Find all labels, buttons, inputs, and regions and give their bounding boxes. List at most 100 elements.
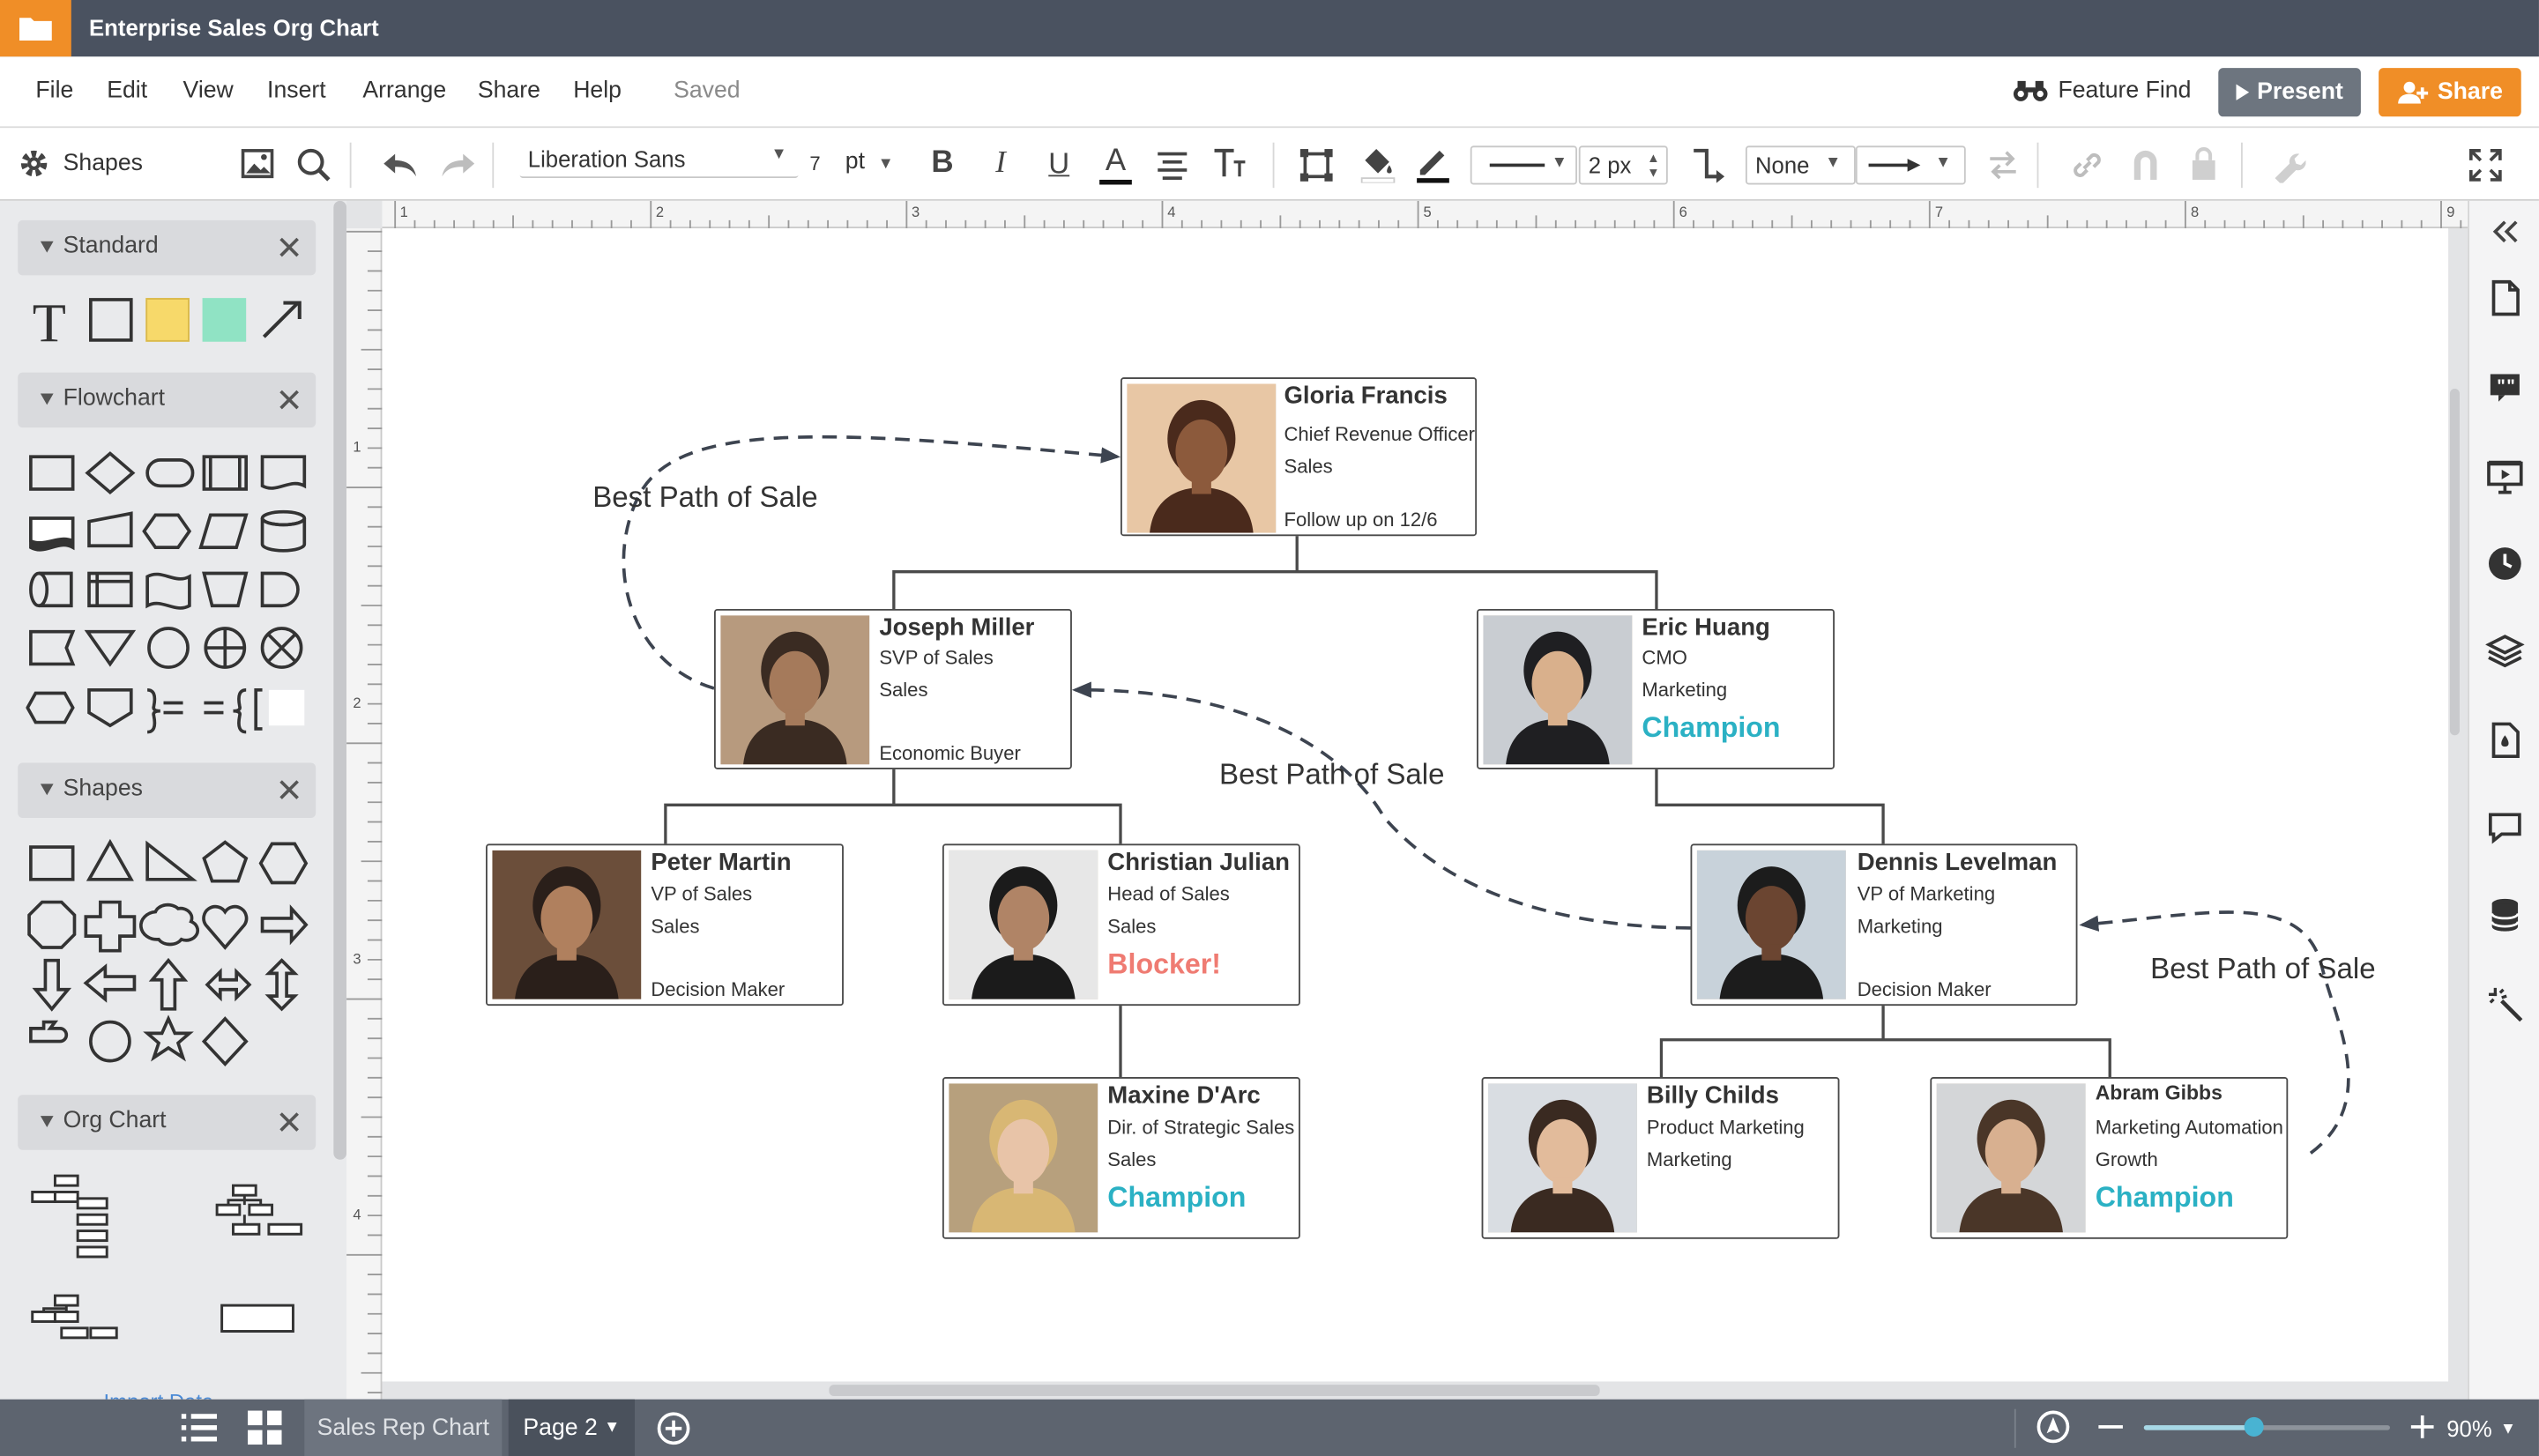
hierarchy-line bbox=[664, 769, 1122, 844]
card-name: Gloria Francis bbox=[1284, 382, 1448, 410]
card-department: Marketing bbox=[1646, 1148, 1732, 1171]
tab-sales-rep-chart[interactable]: Sales Rep Chart bbox=[304, 1399, 503, 1456]
list-view-icon[interactable] bbox=[181, 1412, 218, 1445]
svg-text:": " bbox=[2497, 377, 2505, 397]
hierarchy-line bbox=[1659, 1006, 2111, 1078]
person-photo-icon bbox=[949, 850, 1098, 999]
person-photo-icon bbox=[949, 1083, 1098, 1233]
card-department: Marketing bbox=[1642, 678, 1728, 702]
svg-text:": " bbox=[2506, 377, 2515, 397]
quote-icon[interactable]: " " bbox=[2485, 368, 2524, 406]
zoom-slider-handle[interactable] bbox=[2244, 1416, 2264, 1437]
zoom-value: 90% bbox=[2446, 1415, 2492, 1442]
card-department: Sales bbox=[1107, 915, 1157, 938]
right-panel-rail: " " bbox=[2449, 200, 2539, 1400]
person-photo-icon bbox=[1936, 1083, 2086, 1233]
presentation-icon[interactable] bbox=[2485, 457, 2524, 495]
card-department: Sales bbox=[1107, 1148, 1157, 1171]
org-card-maxine[interactable]: Maxine D'Arc Dir. of Strategic Sales Sal… bbox=[942, 1077, 1300, 1239]
avatar bbox=[1696, 850, 1846, 999]
status-badge: Champion bbox=[1107, 1180, 1247, 1214]
card-department: Sales bbox=[879, 678, 928, 702]
canvas-horizontal-scrollbar[interactable] bbox=[829, 1385, 1600, 1397]
zoom-out-button[interactable] bbox=[2098, 1425, 2123, 1429]
theme-icon[interactable] bbox=[2485, 721, 2524, 760]
person-photo-icon bbox=[1696, 850, 1846, 999]
card-department: Growth bbox=[2095, 1148, 2158, 1171]
card-title: SVP of Sales bbox=[879, 646, 994, 669]
card-title: Chief Revenue Officer bbox=[1284, 422, 1475, 446]
card-title: VP of Marketing bbox=[1857, 882, 1996, 906]
avatar bbox=[1483, 615, 1633, 765]
card-name: Maxine D'Arc bbox=[1107, 1081, 1261, 1110]
person-photo-icon bbox=[1487, 1083, 1637, 1233]
card-department: Sales bbox=[1284, 455, 1333, 479]
tab-page-2-label: Page 2 bbox=[523, 1415, 598, 1441]
chevron-down-icon: ▼ bbox=[2499, 1419, 2517, 1437]
add-page-icon[interactable] bbox=[656, 1411, 691, 1446]
navigation-icon[interactable] bbox=[2036, 1409, 2071, 1445]
history-icon[interactable] bbox=[2485, 544, 2524, 583]
org-card-gloria[interactable]: Gloria Francis Chief Revenue Officer Sal… bbox=[1120, 377, 1478, 537]
org-card-christian[interactable]: Christian Julian Head of Sales Sales Bloc… bbox=[942, 843, 1300, 1007]
org-card-billy[interactable]: Billy Childs Product Marketing Marketing bbox=[1481, 1077, 1840, 1239]
status-badge: Blocker! bbox=[1107, 947, 1221, 980]
chevron-down-icon: ▼ bbox=[604, 1418, 621, 1437]
card-title: Dir. of Strategic Sales bbox=[1107, 1116, 1295, 1139]
card-title: CMO bbox=[1642, 646, 1687, 669]
card-name: Eric Huang bbox=[1642, 613, 1770, 642]
org-card-peter[interactable]: Peter Martin VP of Sales Sales Decision M… bbox=[486, 843, 844, 1007]
hierarchy-line bbox=[892, 536, 1658, 609]
layers-icon[interactable] bbox=[2485, 632, 2525, 671]
comment-icon[interactable] bbox=[2485, 808, 2524, 847]
card-note: Economic Buyer bbox=[879, 741, 1021, 765]
status-bar: Sales Rep Chart Page 2 ▼ 90% ▼ bbox=[0, 1399, 2539, 1456]
avatar bbox=[949, 1083, 1098, 1233]
org-card-eric[interactable]: Eric Huang CMO Marketing Champion bbox=[1477, 608, 1835, 769]
zoom-slider-fill bbox=[2143, 1425, 2254, 1430]
card-title: Head of Sales bbox=[1107, 882, 1230, 906]
database-icon[interactable] bbox=[2485, 895, 2524, 934]
card-name: Christian Julian bbox=[1107, 848, 1290, 877]
card-department: Marketing bbox=[1857, 915, 1943, 938]
zoom-select[interactable]: 90% ▼ bbox=[2446, 1415, 2516, 1441]
card-name: Abram Gibbs bbox=[2095, 1081, 2223, 1105]
avatar bbox=[720, 615, 870, 765]
best-path-label-3[interactable]: Best Path of Sale bbox=[2150, 953, 2375, 987]
tab-sales-rep-chart-label: Sales Rep Chart bbox=[316, 1415, 490, 1441]
avatar bbox=[1127, 383, 1277, 533]
person-photo-icon bbox=[492, 850, 642, 999]
card-note: Follow up on 12/6 bbox=[1284, 509, 1438, 531]
status-badge: Champion bbox=[1642, 710, 1781, 744]
person-photo-icon bbox=[1127, 383, 1277, 533]
avatar bbox=[1487, 1083, 1637, 1233]
person-photo-icon bbox=[1483, 615, 1633, 765]
collapse-panel-icon[interactable] bbox=[2485, 212, 2524, 251]
best-path-label-1[interactable]: Best Path of Sale bbox=[592, 481, 817, 516]
card-title: Marketing Automation bbox=[2095, 1116, 2283, 1139]
card-note: Decision Maker bbox=[651, 977, 786, 1001]
card-name: Billy Childs bbox=[1646, 1081, 1779, 1110]
page-icon[interactable] bbox=[2485, 279, 2524, 317]
avatar bbox=[492, 850, 642, 999]
avatar bbox=[1936, 1083, 2086, 1233]
org-card-dennis[interactable]: Dennis Levelman VP of Marketing Marketin… bbox=[1690, 843, 2078, 1007]
card-name: Dennis Levelman bbox=[1857, 848, 2058, 877]
tab-page-2[interactable]: Page 2 ▼ bbox=[508, 1399, 635, 1456]
card-department: Sales bbox=[651, 915, 700, 938]
magic-wand-icon[interactable] bbox=[2485, 984, 2524, 1023]
org-card-joseph[interactable]: Joseph Miller SVP of Sales Sales Economic… bbox=[713, 608, 1072, 769]
zoom-in-icon[interactable] bbox=[2409, 1414, 2435, 1439]
avatar bbox=[949, 850, 1098, 999]
card-note: Decision Maker bbox=[1857, 977, 1992, 1001]
canvas-vertical-scrollbar[interactable] bbox=[2449, 389, 2460, 736]
card-name: Peter Martin bbox=[651, 848, 792, 877]
card-name: Joseph Miller bbox=[879, 613, 1035, 642]
org-card-abram[interactable]: Abram Gibbs Marketing Automation Growth C… bbox=[1930, 1077, 2289, 1239]
status-badge: Champion bbox=[2095, 1180, 2234, 1214]
best-path-label-2[interactable]: Best Path of Sale bbox=[1219, 758, 1444, 792]
card-title: Product Marketing bbox=[1646, 1116, 1805, 1139]
card-title: VP of Sales bbox=[651, 882, 753, 906]
hierarchy-line bbox=[1655, 769, 1885, 844]
grid-view-icon[interactable] bbox=[248, 1410, 282, 1445]
